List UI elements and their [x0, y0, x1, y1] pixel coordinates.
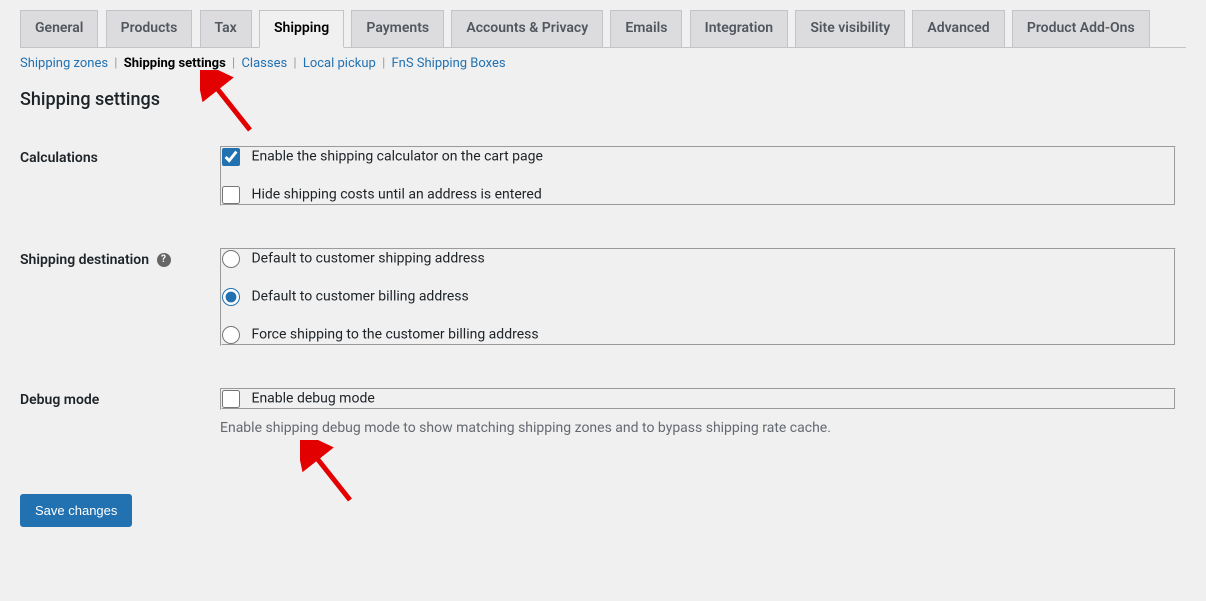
subnav-shipping-settings[interactable]: Shipping settings	[124, 56, 226, 71]
tab-general[interactable]: General	[20, 10, 98, 48]
tab-tax[interactable]: Tax	[200, 10, 252, 48]
dest-force-billing-radio[interactable]	[222, 326, 240, 344]
tab-payments[interactable]: Payments	[351, 10, 444, 48]
dest-shipping-label: Default to customer shipping address	[251, 250, 484, 266]
separator: |	[232, 56, 235, 71]
hide-costs-option[interactable]: Hide shipping costs until an address is …	[222, 186, 1174, 204]
tab-site-visibility[interactable]: Site visibility	[795, 10, 905, 48]
destination-label: Shipping destination	[20, 252, 149, 268]
separator: |	[382, 56, 385, 71]
dest-shipping-option[interactable]: Default to customer shipping address	[222, 250, 1174, 268]
tab-product-add-ons[interactable]: Product Add-Ons	[1012, 10, 1150, 48]
tab-accounts-privacy[interactable]: Accounts & Privacy	[451, 10, 603, 48]
calculations-label: Calculations	[20, 138, 220, 214]
page-title: Shipping settings	[20, 89, 1186, 110]
debug-description: Enable shipping debug mode to show match…	[220, 420, 1176, 436]
destination-fieldset: Default to customer shipping address Def…	[220, 248, 1176, 346]
separator: |	[114, 56, 117, 71]
tab-emails[interactable]: Emails	[610, 10, 682, 48]
hide-costs-checkbox[interactable]	[222, 186, 240, 204]
subnav-fns-shipping-boxes[interactable]: FnS Shipping Boxes	[391, 56, 505, 71]
enable-debug-label: Enable debug mode	[251, 390, 374, 406]
tab-shipping[interactable]: Shipping	[259, 10, 344, 48]
dest-force-billing-label: Force shipping to the customer billing a…	[251, 326, 538, 342]
separator: |	[293, 56, 296, 71]
dest-billing-radio[interactable]	[222, 288, 240, 306]
enable-calculator-checkbox[interactable]	[222, 148, 240, 166]
subnav-classes[interactable]: Classes	[241, 56, 287, 71]
debug-label: Debug mode	[20, 380, 220, 444]
shipping-subnav: Shipping zones | Shipping settings | Cla…	[20, 56, 1186, 71]
dest-force-billing-option[interactable]: Force shipping to the customer billing a…	[222, 326, 1174, 344]
tab-products[interactable]: Products	[106, 10, 193, 48]
tab-integration[interactable]: Integration	[690, 10, 788, 48]
help-icon[interactable]: ?	[157, 253, 171, 267]
subnav-shipping-zones[interactable]: Shipping zones	[20, 56, 108, 71]
dest-billing-option[interactable]: Default to customer billing address	[222, 288, 1174, 306]
dest-shipping-radio[interactable]	[222, 250, 240, 268]
dest-billing-label: Default to customer billing address	[251, 288, 468, 304]
tab-advanced[interactable]: Advanced	[912, 10, 1004, 48]
save-changes-button[interactable]: Save changes	[20, 494, 132, 527]
enable-calculator-option[interactable]: Enable the shipping calculator on the ca…	[222, 148, 1174, 166]
enable-debug-checkbox[interactable]	[222, 390, 240, 408]
calculations-fieldset: Enable the shipping calculator on the ca…	[220, 146, 1176, 206]
enable-debug-option[interactable]: Enable debug mode	[222, 390, 1174, 408]
debug-fieldset: Enable debug mode	[220, 388, 1176, 410]
subnav-local-pickup[interactable]: Local pickup	[303, 56, 376, 71]
hide-costs-label: Hide shipping costs until an address is …	[251, 186, 541, 202]
enable-calculator-label: Enable the shipping calculator on the ca…	[251, 148, 542, 164]
settings-tabs: General Products Tax Shipping Payments A…	[20, 10, 1186, 48]
